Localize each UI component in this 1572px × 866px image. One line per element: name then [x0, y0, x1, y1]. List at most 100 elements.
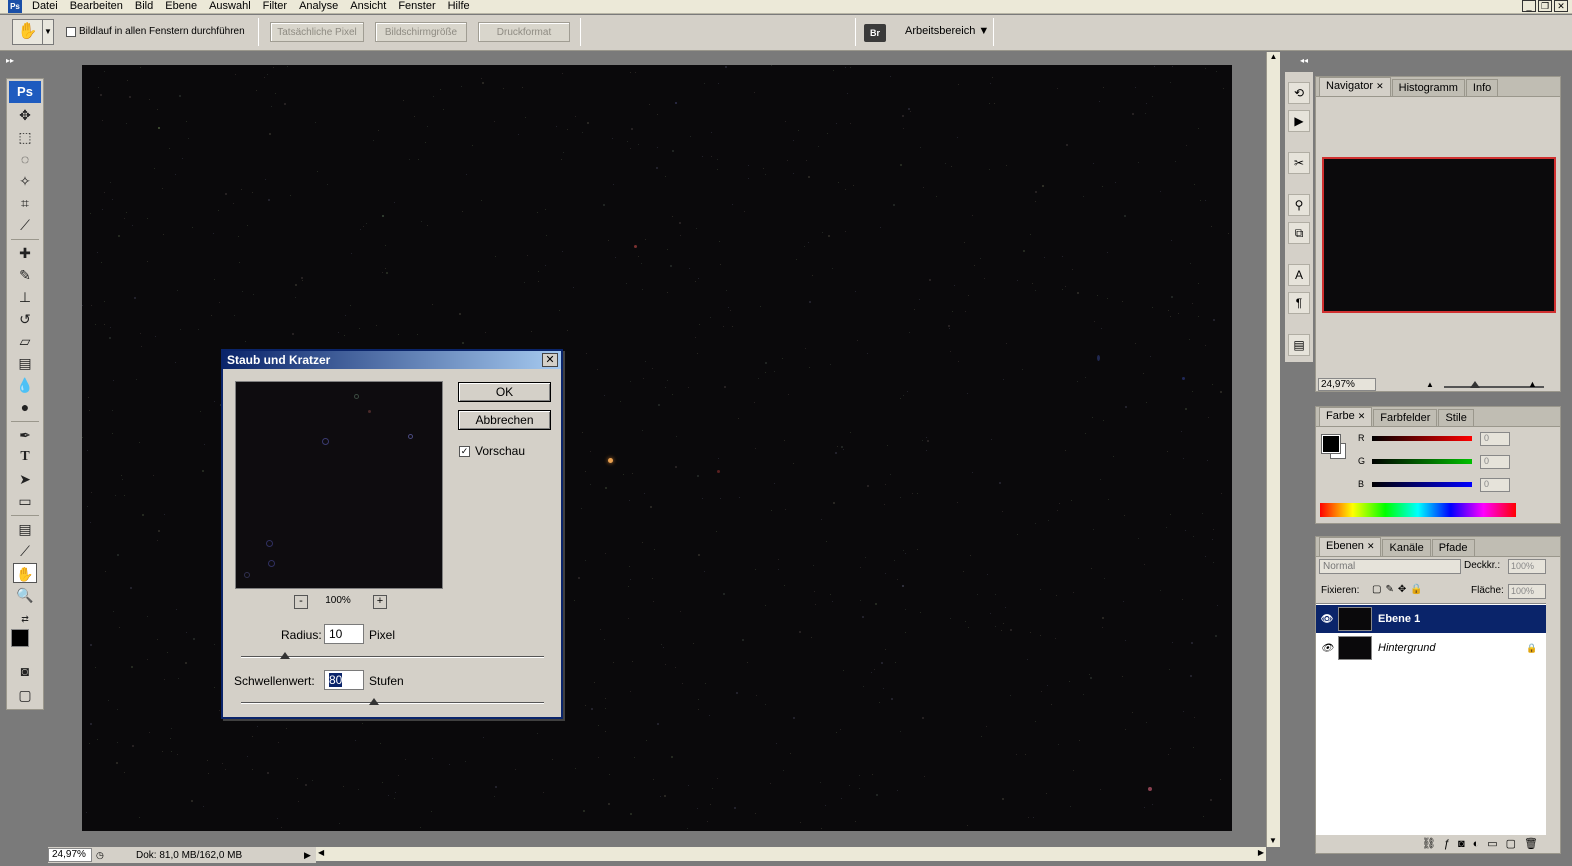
close-icon[interactable]: ✕ [1367, 541, 1375, 551]
channel-g-field[interactable]: 0 [1480, 455, 1510, 469]
radius-slider-thumb[interactable] [280, 652, 290, 659]
fit-screen-button[interactable]: Bildschirmgröße [375, 22, 467, 42]
eraser-tool-icon[interactable]: ▱ [13, 331, 37, 351]
layer-row-ebene-1[interactable]: 👁 Ebene 1 [1316, 605, 1546, 633]
toolbar-collapse-icon[interactable]: ▸▸ [6, 56, 44, 66]
clone-source-icon[interactable]: ⧉ [1288, 222, 1310, 244]
status-menu-icon[interactable]: ▶ [304, 850, 316, 861]
threshold-input[interactable]: 80 [324, 670, 364, 690]
brush-tool-icon[interactable]: ✎ [13, 265, 37, 285]
restore-button[interactable]: ❐ [1538, 0, 1552, 12]
crop-tool-icon[interactable]: ⌗ [13, 193, 37, 213]
clone-stamp-tool-icon[interactable]: ⊥ [13, 287, 37, 307]
radius-input[interactable]: 10 [324, 624, 364, 644]
eye-icon[interactable]: 👁 [1316, 643, 1338, 654]
tool-presets-icon[interactable]: ✂ [1288, 152, 1310, 174]
menu-filter[interactable]: Filter [257, 0, 293, 13]
zoom-out-button[interactable]: - [294, 595, 308, 609]
menu-bild[interactable]: Bild [129, 0, 159, 13]
tab-ebenen[interactable]: Ebenen ✕ [1319, 537, 1382, 556]
marquee-tool-icon[interactable]: ⬚ [13, 127, 37, 147]
navigator-zoom-field[interactable]: 24,97% [1318, 378, 1376, 391]
scroll-all-checkbox[interactable] [66, 26, 76, 37]
ok-button[interactable]: OK [458, 382, 551, 402]
lock-icons[interactable]: ▢✎✥🔒 [1372, 584, 1427, 595]
layer-comps-icon[interactable]: ▤ [1288, 334, 1310, 356]
tab-stile[interactable]: Stile [1438, 409, 1474, 426]
dodge-tool-icon[interactable]: ● [13, 397, 37, 417]
quick-mask-icon[interactable]: ◙ [13, 661, 37, 681]
preview-checkbox[interactable]: ✓ [459, 445, 470, 457]
vertical-scrollbar[interactable]: ▲ ▼ [1266, 52, 1280, 847]
character-panel-icon[interactable]: A [1288, 264, 1310, 286]
opacity-field[interactable]: 100% [1508, 559, 1546, 574]
threshold-slider[interactable] [241, 702, 544, 704]
tab-kanaele[interactable]: Kanäle [1382, 539, 1431, 556]
blur-tool-icon[interactable]: 💧 [13, 375, 37, 395]
shape-tool-icon[interactable]: ▭ [13, 491, 37, 511]
pen-tool-icon[interactable]: ✒ [13, 425, 37, 445]
actual-pixels-button[interactable]: Tatsächliche Pixel [270, 22, 364, 42]
actions-panel-icon[interactable]: ▶ [1288, 110, 1310, 132]
swap-colors-icon[interactable]: ⇄ [13, 609, 37, 629]
scroll-up-icon[interactable]: ▲ [1267, 52, 1280, 64]
type-tool-icon[interactable]: T [13, 447, 37, 467]
tool-preset-picker[interactable]: ✋ ▼ [12, 19, 54, 45]
eyedropper-tool-icon[interactable]: ⟋ [13, 541, 37, 561]
gradient-tool-icon[interactable]: ▤ [13, 353, 37, 373]
notes-tool-icon[interactable]: ▤ [13, 519, 37, 539]
zoom-out-icon[interactable]: ▲ [1426, 380, 1434, 389]
menu-auswahl[interactable]: Auswahl [203, 0, 257, 13]
tab-farbe[interactable]: Farbe ✕ [1319, 407, 1373, 426]
move-tool-icon[interactable]: ✥ [13, 105, 37, 125]
menu-bearbeiten[interactable]: Bearbeiten [64, 0, 129, 13]
scroll-down-icon[interactable]: ▼ [1267, 836, 1279, 845]
scroll-left-icon[interactable]: ◀ [318, 848, 324, 857]
foreground-color-swatch[interactable] [1321, 434, 1341, 454]
close-icon[interactable]: ✕ [1376, 81, 1384, 91]
blend-mode-select[interactable]: Normal [1319, 559, 1461, 574]
filter-preview[interactable] [235, 381, 443, 589]
fill-field[interactable]: 100% [1508, 584, 1546, 599]
color-spectrum-ramp[interactable] [1320, 503, 1516, 517]
threshold-slider-thumb[interactable] [369, 698, 379, 705]
history-panel-icon[interactable]: ⟲ [1288, 82, 1310, 104]
paragraph-panel-icon[interactable]: ¶ [1288, 292, 1310, 314]
minimize-button[interactable]: _ [1522, 0, 1536, 12]
navigator-thumbnail[interactable] [1322, 157, 1556, 313]
print-size-button[interactable]: Druckformat [478, 22, 570, 42]
scroll-all-option[interactable]: Bildlauf in allen Fenstern durchführen [66, 26, 245, 37]
dialog-close-button[interactable]: ✕ [542, 353, 558, 367]
screen-mode-icon[interactable]: ▢ [13, 685, 37, 705]
zoom-field[interactable]: 24,97% [48, 848, 92, 862]
tab-navigator[interactable]: Navigator ✕ [1319, 77, 1391, 96]
menu-analyse[interactable]: Analyse [293, 0, 344, 13]
layer-row-hintergrund[interactable]: 👁 Hintergrund 🔒 [1316, 634, 1546, 662]
magic-wand-tool-icon[interactable]: ✧ [13, 171, 37, 191]
horizontal-scrollbar[interactable]: ◀ ▶ [316, 847, 1266, 861]
menu-ebene[interactable]: Ebene [159, 0, 203, 13]
zoom-in-button[interactable]: + [373, 595, 387, 609]
hand-tool-icon[interactable]: ✋ [13, 563, 37, 583]
menu-ansicht[interactable]: Ansicht [344, 0, 392, 13]
lasso-tool-icon[interactable]: ◌ [13, 149, 37, 169]
foreground-color-swatch[interactable] [11, 629, 29, 647]
menu-hilfe[interactable]: Hilfe [442, 0, 476, 13]
slice-tool-icon[interactable]: ⟋ [13, 215, 37, 235]
tab-histogram[interactable]: Histogramm [1391, 79, 1465, 96]
bridge-icon[interactable]: Br [864, 24, 886, 42]
tab-farbfelder[interactable]: Farbfelder [1373, 409, 1438, 426]
zoom-in-icon[interactable]: ▲ [1528, 379, 1537, 389]
close-icon[interactable]: ✕ [1358, 411, 1366, 421]
dock-collapse-icon[interactable]: ◂◂ [1300, 56, 1308, 65]
tab-info[interactable]: Info [1465, 79, 1499, 96]
zoom-tool-icon[interactable]: 🔍 [13, 585, 37, 605]
channel-r-field[interactable]: 0 [1480, 432, 1510, 446]
channel-b-slider[interactable] [1372, 482, 1472, 487]
channel-r-slider[interactable] [1372, 436, 1472, 441]
menu-fenster[interactable]: Fenster [392, 0, 441, 13]
channel-g-slider[interactable] [1372, 459, 1472, 464]
cancel-button[interactable]: Abbrechen [458, 410, 551, 430]
menu-datei[interactable]: Datei [26, 0, 64, 13]
navigator-slider-thumb[interactable] [1470, 381, 1480, 388]
